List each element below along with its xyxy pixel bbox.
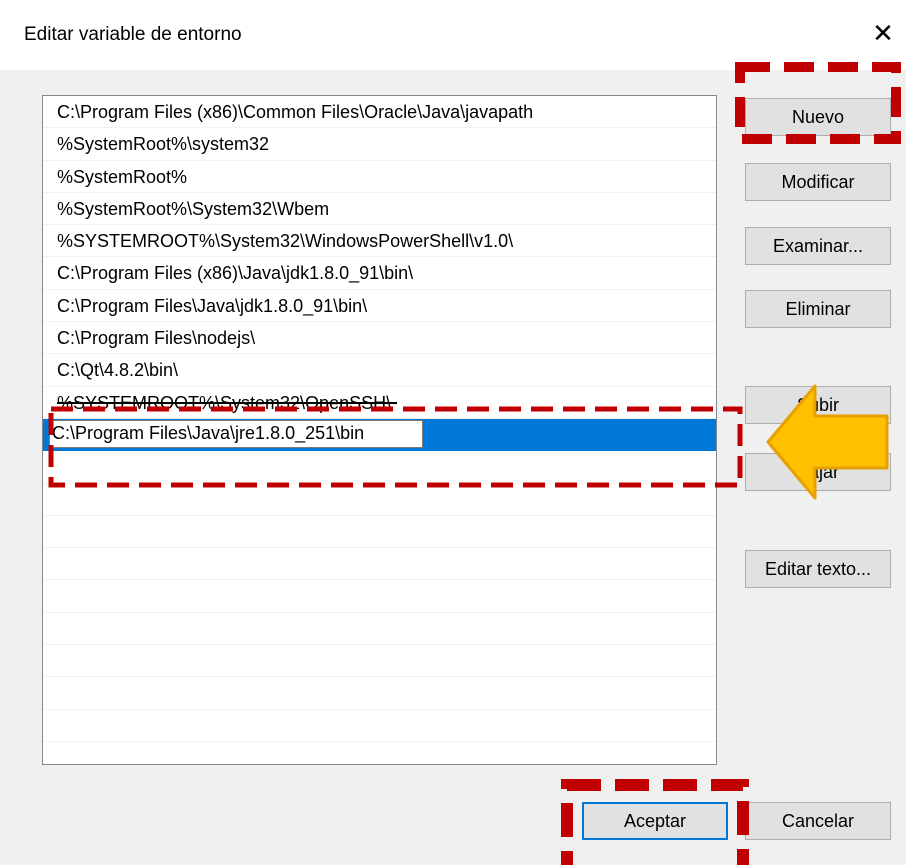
list-item[interactable]: C:\Program Files (x86)\Common Files\Orac… bbox=[43, 96, 716, 129]
ok-button[interactable]: Aceptar bbox=[582, 802, 728, 840]
edit-button[interactable]: Modificar bbox=[745, 163, 891, 201]
list-item[interactable]: %SYSTEMROOT%\System32\WindowsPowerShell\… bbox=[43, 225, 716, 258]
path-list[interactable]: C:\Program Files (x86)\Common Files\Orac… bbox=[42, 95, 717, 765]
list-item[interactable]: C:\Program Files (x86)\Java\jdk1.8.0_91\… bbox=[43, 257, 716, 290]
list-item[interactable]: C:\Program Files\Java\jdk1.8.0_91\bin\ bbox=[43, 290, 716, 323]
list-item[interactable]: C:\Qt\4.8.2\bin\ bbox=[43, 354, 716, 387]
list-item-empty[interactable] bbox=[43, 580, 716, 613]
list-item-empty[interactable] bbox=[43, 710, 716, 742]
cancel-button[interactable]: Cancelar bbox=[745, 802, 891, 840]
list-item-struck[interactable]: %SYSTEMROOT%\System32\OpenSSH\ bbox=[43, 387, 716, 419]
dialog-title: Editar variable de entorno bbox=[24, 24, 242, 45]
new-button[interactable]: Nuevo bbox=[745, 98, 891, 136]
list-item-empty[interactable] bbox=[43, 548, 716, 581]
delete-button[interactable]: Eliminar bbox=[745, 290, 891, 328]
strike-line bbox=[57, 401, 397, 404]
list-item-empty[interactable] bbox=[43, 516, 716, 549]
close-icon[interactable]: ✕ bbox=[860, 10, 906, 56]
list-item-empty[interactable] bbox=[43, 613, 716, 646]
list-item[interactable]: %SystemRoot% bbox=[43, 161, 716, 193]
list-item-empty[interactable] bbox=[43, 645, 716, 678]
list-item[interactable]: %SystemRoot%\System32\Wbem bbox=[43, 193, 716, 226]
path-edit-input[interactable] bbox=[49, 419, 423, 448]
list-item-empty[interactable] bbox=[43, 484, 716, 516]
browse-button[interactable]: Examinar... bbox=[745, 227, 891, 265]
list-item[interactable]: C:\Program Files\nodejs\ bbox=[43, 322, 716, 355]
list-item-empty[interactable] bbox=[43, 451, 716, 484]
title-bar: Editar variable de entorno ✕ bbox=[0, 0, 906, 70]
list-item[interactable]: %SystemRoot%\system32 bbox=[43, 128, 716, 161]
left-arrow-icon bbox=[766, 384, 889, 500]
list-item-empty[interactable] bbox=[43, 677, 716, 710]
edit-text-button[interactable]: Editar texto... bbox=[745, 550, 891, 588]
list-item-editing[interactable] bbox=[43, 418, 716, 452]
